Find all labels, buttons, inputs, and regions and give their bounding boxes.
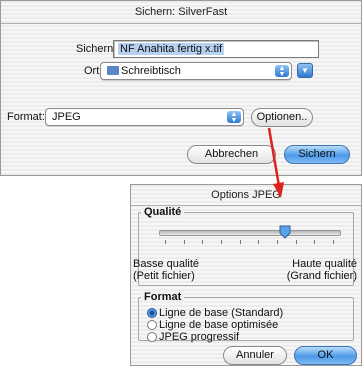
annotation-arrow	[267, 127, 284, 198]
